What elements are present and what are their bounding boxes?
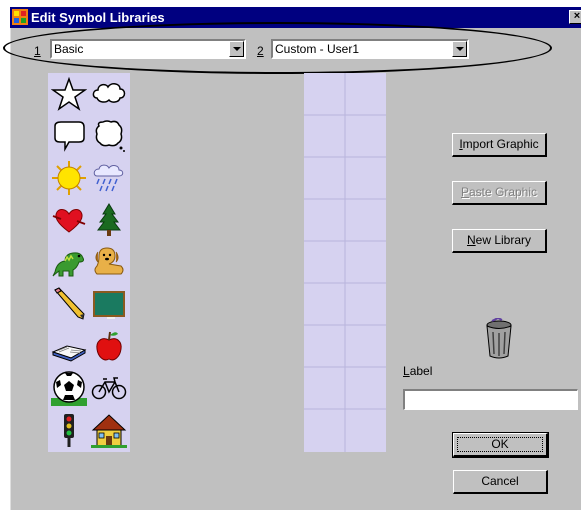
book-icon (51, 345, 87, 362)
symbol-cell[interactable] (48, 241, 90, 283)
traffic-light-icon (64, 414, 74, 447)
symbol-cell[interactable] (88, 283, 130, 325)
symbol-cell[interactable] (88, 73, 130, 115)
symbol-cell[interactable] (48, 73, 90, 115)
cancel-button[interactable]: Cancel (453, 470, 548, 494)
symbol-cell[interactable] (48, 409, 90, 451)
basic-symbol-grid (48, 73, 130, 452)
label-caption: Label (403, 364, 433, 378)
symbol-cell[interactable] (48, 115, 90, 157)
apple-icon (96, 331, 122, 361)
close-icon: × (573, 10, 581, 22)
focus-ring (457, 437, 543, 452)
symbol-cell[interactable] (88, 115, 130, 157)
paste-graphic-button[interactable]: Paste Graphic (452, 181, 547, 205)
symbol-cell[interactable] (48, 325, 90, 367)
heart-icon (52, 209, 86, 233)
combo-1-number: 1 (34, 44, 41, 58)
sun-icon (52, 161, 86, 195)
pencil-icon (54, 287, 85, 320)
symbol-cell[interactable] (48, 367, 90, 409)
chalkboard-icon (93, 291, 125, 319)
rain-cloud-icon (93, 164, 124, 192)
library-2-dropdown-button[interactable] (452, 41, 467, 57)
bicycle-icon (91, 377, 127, 400)
speech-bubble-icon (54, 121, 85, 152)
symbol-cell[interactable] (48, 157, 90, 199)
symbol-cell[interactable] (88, 199, 130, 241)
label-input[interactable] (403, 389, 578, 410)
app-icon (12, 9, 28, 25)
symbol-cell[interactable] (88, 325, 130, 367)
library-2-value: Custom - User1 (275, 42, 360, 56)
new-library-button[interactable]: New Library (452, 229, 547, 253)
library-2-select[interactable]: Custom - User1 (271, 39, 469, 59)
library-1-value: Basic (54, 42, 84, 56)
chevron-down-icon (456, 47, 464, 51)
window-title: Edit Symbol Libraries (31, 10, 165, 25)
dinosaur-icon (52, 252, 84, 277)
library-1-select[interactable]: Basic (50, 39, 246, 59)
house-icon (91, 414, 127, 448)
thought-bubble-icon (95, 120, 125, 152)
star-icon (51, 76, 87, 111)
custom-grid-lines (304, 73, 386, 452)
tree-icon (97, 203, 121, 236)
dog-icon (94, 247, 124, 275)
trash-can-icon[interactable] (484, 318, 514, 360)
ok-button[interactable]: OK (452, 432, 549, 458)
symbol-cell[interactable] (88, 241, 130, 283)
symbol-cell[interactable] (48, 199, 90, 241)
symbol-cell[interactable] (48, 283, 90, 325)
chevron-down-icon (233, 47, 241, 51)
library-1-dropdown-button[interactable] (229, 41, 244, 57)
soccer-ball-icon (51, 371, 87, 406)
combo-2-number: 2 (257, 44, 264, 58)
close-button[interactable]: × (569, 10, 581, 24)
symbol-cell[interactable] (88, 367, 130, 409)
title-bar[interactable]: Edit Symbol Libraries × (10, 7, 581, 28)
import-graphic-button[interactable]: Import Graphic (452, 133, 547, 157)
symbol-cell[interactable] (88, 157, 130, 199)
symbol-cell[interactable] (88, 409, 130, 451)
cloud-icon (92, 83, 126, 103)
